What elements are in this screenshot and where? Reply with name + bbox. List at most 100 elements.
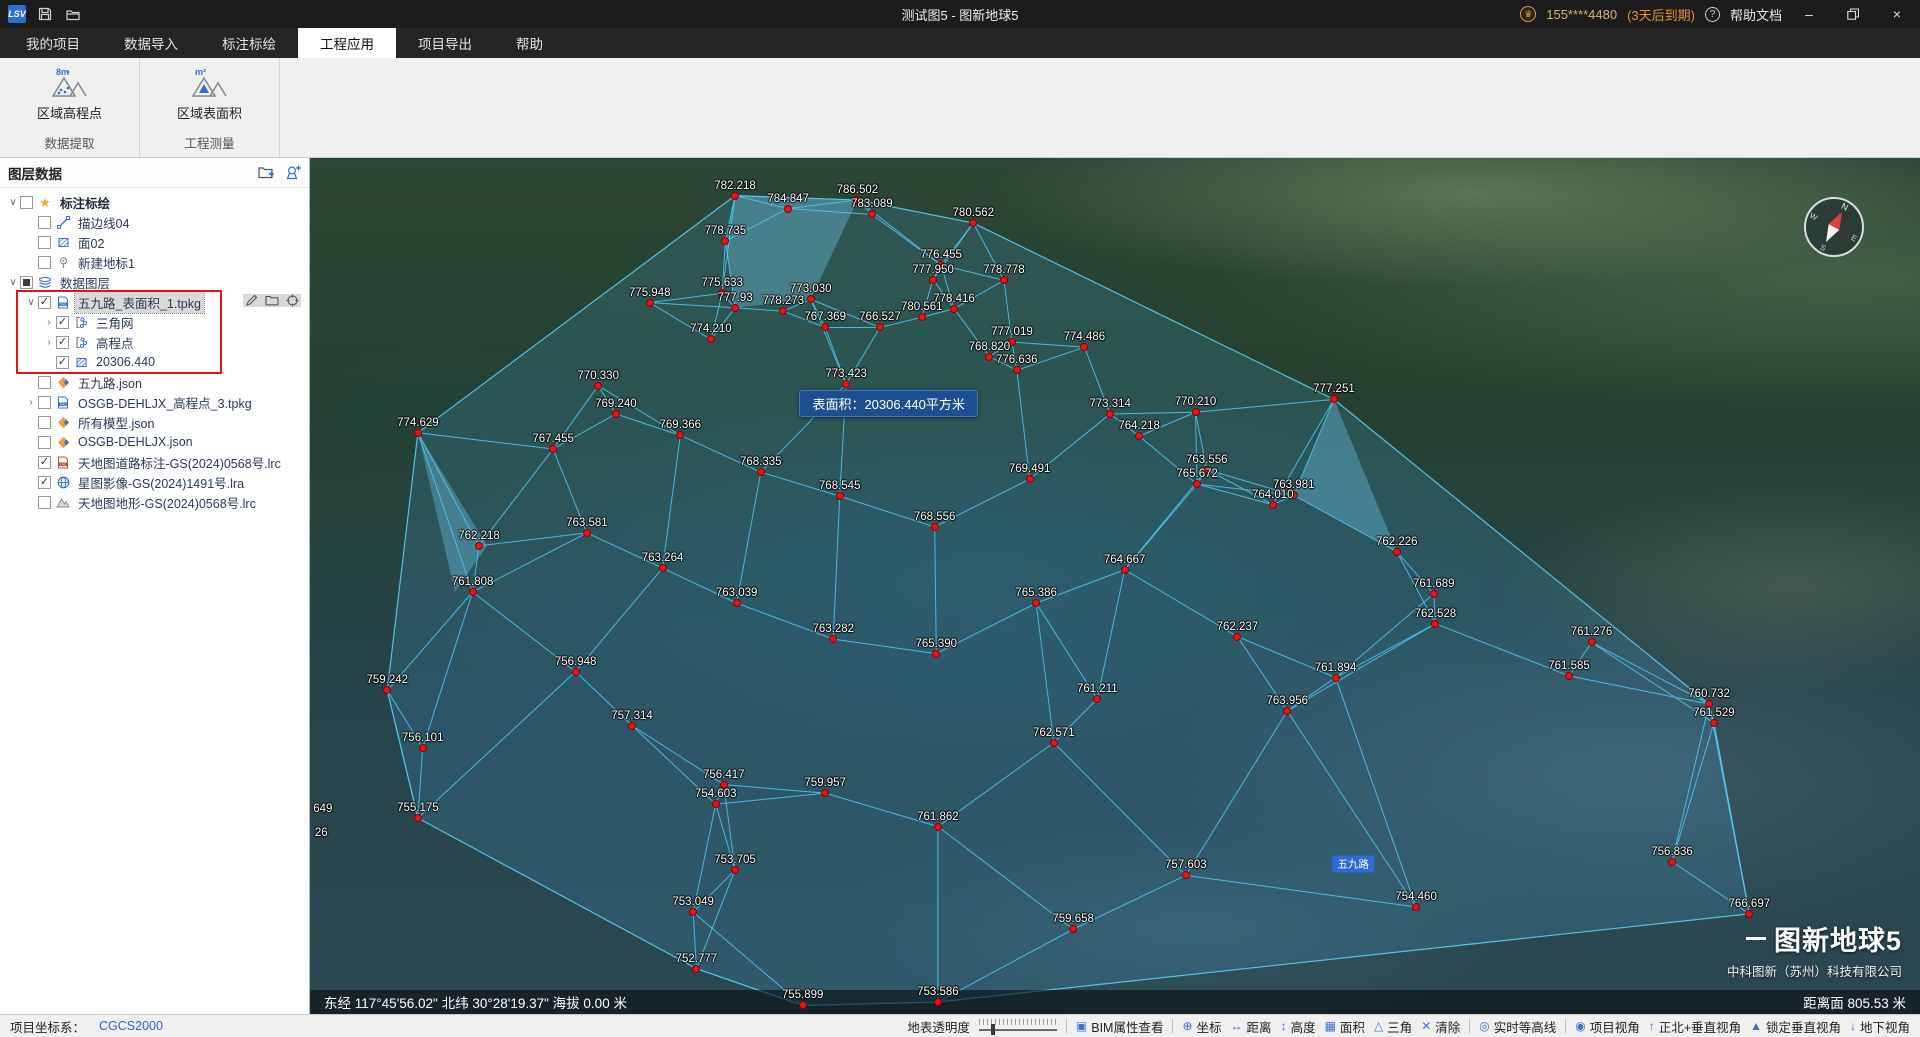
layer-checkbox[interactable]	[20, 276, 33, 289]
status-button-tri[interactable]: △三角	[1374, 1017, 1412, 1036]
layer-checkbox[interactable]	[38, 396, 51, 409]
layer-checkbox[interactable]	[56, 316, 69, 329]
layer-tree-row-7[interactable]: › 高程点	[0, 332, 309, 352]
expander-open-icon[interactable]: ∨	[6, 277, 20, 288]
layer-checkbox[interactable]	[38, 496, 51, 509]
crs-value[interactable]: CGCS2000	[99, 1019, 163, 1033]
expander-closed-icon[interactable]: ›	[42, 317, 56, 328]
elevation-point-label: 774.629	[397, 417, 439, 429]
layer-tree-row-14[interactable]: 星图影像-GS(2024)1491号.lra	[0, 472, 309, 492]
rename-layer-button[interactable]	[245, 294, 258, 307]
layer-tree-row-0[interactable]: ∨★标注标绘	[0, 192, 309, 212]
menu-tab-2[interactable]: 标注标绘	[200, 28, 298, 58]
layer-tree-row-10[interactable]: ›TPKGOSGB-DEHLJX_高程点_3.tpkg	[0, 392, 309, 412]
layer-checkbox[interactable]	[38, 376, 51, 389]
layer-label[interactable]: 五九路.json	[75, 372, 145, 393]
menu-tab-3[interactable]: 工程应用	[298, 28, 396, 58]
layer-tree-row-2[interactable]: 面02	[0, 232, 309, 252]
layer-checkbox[interactable]	[56, 336, 69, 349]
elevation-point-dot	[646, 299, 654, 307]
status-button-dist[interactable]: ↔距离	[1231, 1017, 1272, 1036]
elevation-point-label: 759.242	[366, 674, 408, 686]
map-3d-viewport[interactable]: 782.218784.847786.502783.089780.562778.7…	[310, 158, 1920, 1014]
status-button-under[interactable]: ↓地下视角	[1850, 1017, 1910, 1036]
close-button[interactable]: ×	[1880, 0, 1914, 28]
layer-label[interactable]: OSGB-DEHLJX.json	[75, 434, 196, 450]
expander-closed-icon[interactable]: ›	[24, 397, 38, 408]
terrain-opacity-slider[interactable]	[979, 1018, 1057, 1034]
layer-tree-row-6[interactable]: › 三角网	[0, 312, 309, 332]
layer-label[interactable]: OSGB-DEHLJX_高程点_3.tpkg	[75, 392, 255, 413]
layer-tree-row-9[interactable]: 五九路.json	[0, 372, 309, 392]
status-button-clear[interactable]: ✕清除	[1421, 1017, 1460, 1036]
menu-tab-1[interactable]: 数据导入	[102, 28, 200, 58]
area-surface-area-button[interactable]: m² 区域表面积	[169, 64, 250, 124]
layer-checkbox[interactable]	[56, 356, 69, 369]
minimize-button[interactable]: –	[1792, 0, 1826, 28]
layer-label[interactable]: 新建地标1	[75, 252, 138, 273]
help-doc-link[interactable]: 帮助文档	[1730, 5, 1782, 24]
layer-label[interactable]: 高程点	[93, 332, 137, 353]
restore-button[interactable]	[1836, 0, 1870, 28]
layer-checkbox[interactable]	[38, 216, 51, 229]
elevation-point-label: 766.697	[1729, 898, 1771, 910]
status-button-north[interactable]: ↑正北+垂直视角	[1649, 1017, 1741, 1036]
ribbon-group-label: 数据提取	[0, 133, 139, 157]
elevation-point-label: 773.314	[1089, 398, 1131, 410]
layer-label[interactable]: 面02	[75, 232, 107, 253]
status-button-coord[interactable]: ⊕坐标	[1182, 1017, 1221, 1036]
layer-checkbox[interactable]	[38, 236, 51, 249]
layer-label[interactable]: 标注标绘	[57, 192, 113, 213]
layer-folder-button[interactable]	[265, 294, 279, 307]
layer-tree-row-3[interactable]: 新建地标1	[0, 252, 309, 272]
add-placemark-button[interactable]	[285, 165, 301, 180]
menu-tab-5[interactable]: 帮助	[494, 28, 565, 58]
layer-checkbox[interactable]	[38, 296, 51, 309]
status-button-lock[interactable]: ▲锁定垂直视角	[1750, 1017, 1841, 1036]
layer-label[interactable]: 天地图地形-GS(2024)0568号.lrc	[75, 492, 259, 513]
layer-label[interactable]: 描边线04	[75, 212, 132, 233]
status-button-label: 高度	[1291, 1017, 1316, 1036]
expander-closed-icon[interactable]: ›	[42, 337, 56, 348]
menu-tab-0[interactable]: 我的项目	[4, 28, 102, 58]
open-project-button[interactable]	[64, 5, 82, 23]
layer-tree-row-13[interactable]: LRC天地图道路标注-GS(2024)0568号.lrc	[0, 452, 309, 472]
elevation-point-label: 775.633	[701, 277, 743, 289]
layer-checkbox[interactable]	[38, 436, 51, 449]
status-button-bim[interactable]: ▣BIM属性查看	[1076, 1017, 1164, 1036]
layer-label[interactable]: 数据图层	[57, 272, 113, 293]
layer-tree-row-5[interactable]: ∨TPKG五九路_表面积_1.tpkg	[0, 292, 309, 312]
area-elevation-points-button[interactable]: 8m 区域高程点	[29, 64, 110, 124]
layer-tree-row-11[interactable]: 所有模型.json	[0, 412, 309, 432]
layer-tree-row-8[interactable]: 20306.440	[0, 352, 309, 372]
slider-handle[interactable]	[991, 1024, 995, 1035]
locate-layer-button[interactable]	[286, 294, 299, 307]
layer-label[interactable]: 20306.440	[93, 354, 158, 370]
elevation-point-dot	[1233, 633, 1241, 641]
layer-label[interactable]: 所有模型.json	[75, 412, 157, 433]
status-button-height[interactable]: ↕高度	[1281, 1017, 1316, 1036]
expander-open-icon[interactable]: ∨	[24, 297, 38, 308]
status-button-area[interactable]: ▦面积	[1325, 1017, 1365, 1036]
compass-widget[interactable]: N E S W	[1803, 196, 1865, 258]
layer-checkbox[interactable]	[38, 256, 51, 269]
layer-checkbox[interactable]	[20, 196, 33, 209]
layer-checkbox[interactable]	[38, 456, 51, 469]
layer-label[interactable]: 五九路_表面积_1.tpkg	[75, 292, 204, 313]
layer-checkbox[interactable]	[38, 476, 51, 489]
layer-tree-row-1[interactable]: 描边线04	[0, 212, 309, 232]
account-number[interactable]: 155****4480	[1546, 7, 1617, 22]
layer-checkbox[interactable]	[38, 416, 51, 429]
layer-tree-row-4[interactable]: ∨ 数据图层	[0, 272, 309, 292]
expander-open-icon[interactable]: ∨	[6, 197, 20, 208]
layer-tree-row-15[interactable]: 天地图地形-GS(2024)0568号.lrc	[0, 492, 309, 512]
layer-tree-row-12[interactable]: OSGB-DEHLJX.json	[0, 432, 309, 452]
menu-tab-4[interactable]: 项目导出	[396, 28, 494, 58]
status-button-contour[interactable]: ◎实时等高线	[1479, 1017, 1556, 1036]
layer-label[interactable]: 星图影像-GS(2024)1491号.lra	[75, 472, 247, 493]
layer-label[interactable]: 天地图道路标注-GS(2024)0568号.lrc	[75, 452, 284, 473]
add-folder-button[interactable]	[258, 165, 275, 180]
status-button-proj[interactable]: ◉项目视角	[1575, 1017, 1640, 1036]
layer-label[interactable]: 三角网	[93, 312, 137, 333]
save-button[interactable]	[36, 5, 54, 23]
